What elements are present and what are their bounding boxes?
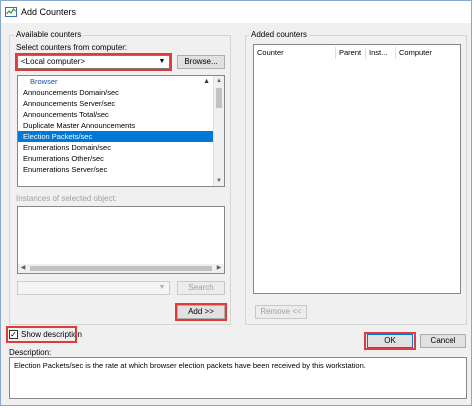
scroll-down-icon[interactable]: ▼ <box>214 176 224 186</box>
browse-button[interactable]: Browse... <box>177 55 225 69</box>
list-item[interactable]: Announcements Server/sec <box>18 98 224 109</box>
chevron-up-icon[interactable]: ▲ <box>203 76 210 87</box>
computer-value: <Local computer> <box>21 57 86 66</box>
add-counters-dialog: Add Counters Available counters Select c… <box>0 0 472 406</box>
counters-scrollbar[interactable]: ▲ ▼ <box>213 76 224 186</box>
list-item[interactable]: Enumerations Server/sec <box>18 164 224 175</box>
list-item-selected[interactable]: Election Packets/sec <box>18 131 224 142</box>
available-counters-label: Available counters <box>14 30 84 39</box>
object-header-label: Browser <box>30 77 58 86</box>
computer-combobox[interactable]: <Local computer> ▼ <box>17 55 170 69</box>
description-text: Election Packets/sec is the rate at whic… <box>14 361 366 370</box>
column-header-instance[interactable]: Inst... <box>366 47 396 59</box>
add-button[interactable]: Add >> <box>177 305 225 319</box>
column-header-counter[interactable]: Counter <box>254 47 336 59</box>
show-description-label: Show description <box>21 330 82 339</box>
title-bar: Add Counters <box>1 1 471 23</box>
remove-button: Remove << <box>255 305 307 319</box>
scroll-thumb[interactable] <box>30 266 212 271</box>
added-counters-table[interactable]: Counter Parent Inst... Computer <box>253 44 461 294</box>
scroll-right-icon[interactable]: ▶ <box>214 264 224 273</box>
list-item[interactable]: Announcements Domain/sec <box>18 87 224 98</box>
scroll-up-icon[interactable]: ▲ <box>214 76 224 86</box>
column-header-computer[interactable]: Computer <box>396 47 456 59</box>
window-title: Add Counters <box>21 7 77 17</box>
instances-hscrollbar[interactable]: ◀ ▶ <box>18 264 224 273</box>
chevron-down-icon: ▼ <box>158 284 166 291</box>
performance-monitor-icon <box>5 6 17 18</box>
ok-button[interactable]: OK <box>367 334 413 348</box>
list-item[interactable]: Enumerations Other/sec <box>18 153 224 164</box>
scroll-thumb[interactable] <box>216 88 222 108</box>
select-computer-label: Select counters from computer: <box>16 43 128 52</box>
list-item[interactable]: Enumerations Domain/sec <box>18 142 224 153</box>
search-button: Search <box>177 281 225 295</box>
list-item[interactable]: Announcements Total/sec <box>18 109 224 120</box>
instances-listbox[interactable]: ◀ ▶ <box>17 206 225 274</box>
column-header-parent[interactable]: Parent <box>336 47 366 59</box>
scroll-left-icon[interactable]: ◀ <box>18 264 28 273</box>
chevron-down-icon[interactable]: ▼ <box>157 56 167 68</box>
counters-listbox[interactable]: Browser ▲ Announcements Domain/sec Annou… <box>17 75 225 187</box>
cancel-button[interactable]: Cancel <box>420 334 466 348</box>
show-description-checkbox[interactable]: ✓ <box>9 330 18 339</box>
list-item[interactable]: Duplicate Master Announcements <box>18 120 224 131</box>
table-header: Counter Parent Inst... Computer <box>254 47 456 59</box>
checkmark-icon: ✓ <box>10 330 17 339</box>
instances-label: Instances of selected object: <box>16 194 117 203</box>
instances-search-combobox: ▼ <box>17 281 170 295</box>
description-text-box: Election Packets/sec is the rate at whic… <box>9 357 467 399</box>
description-label: Description: <box>9 348 52 357</box>
object-header-browser[interactable]: Browser ▲ <box>18 76 224 87</box>
added-counters-label: Added counters <box>249 30 310 39</box>
